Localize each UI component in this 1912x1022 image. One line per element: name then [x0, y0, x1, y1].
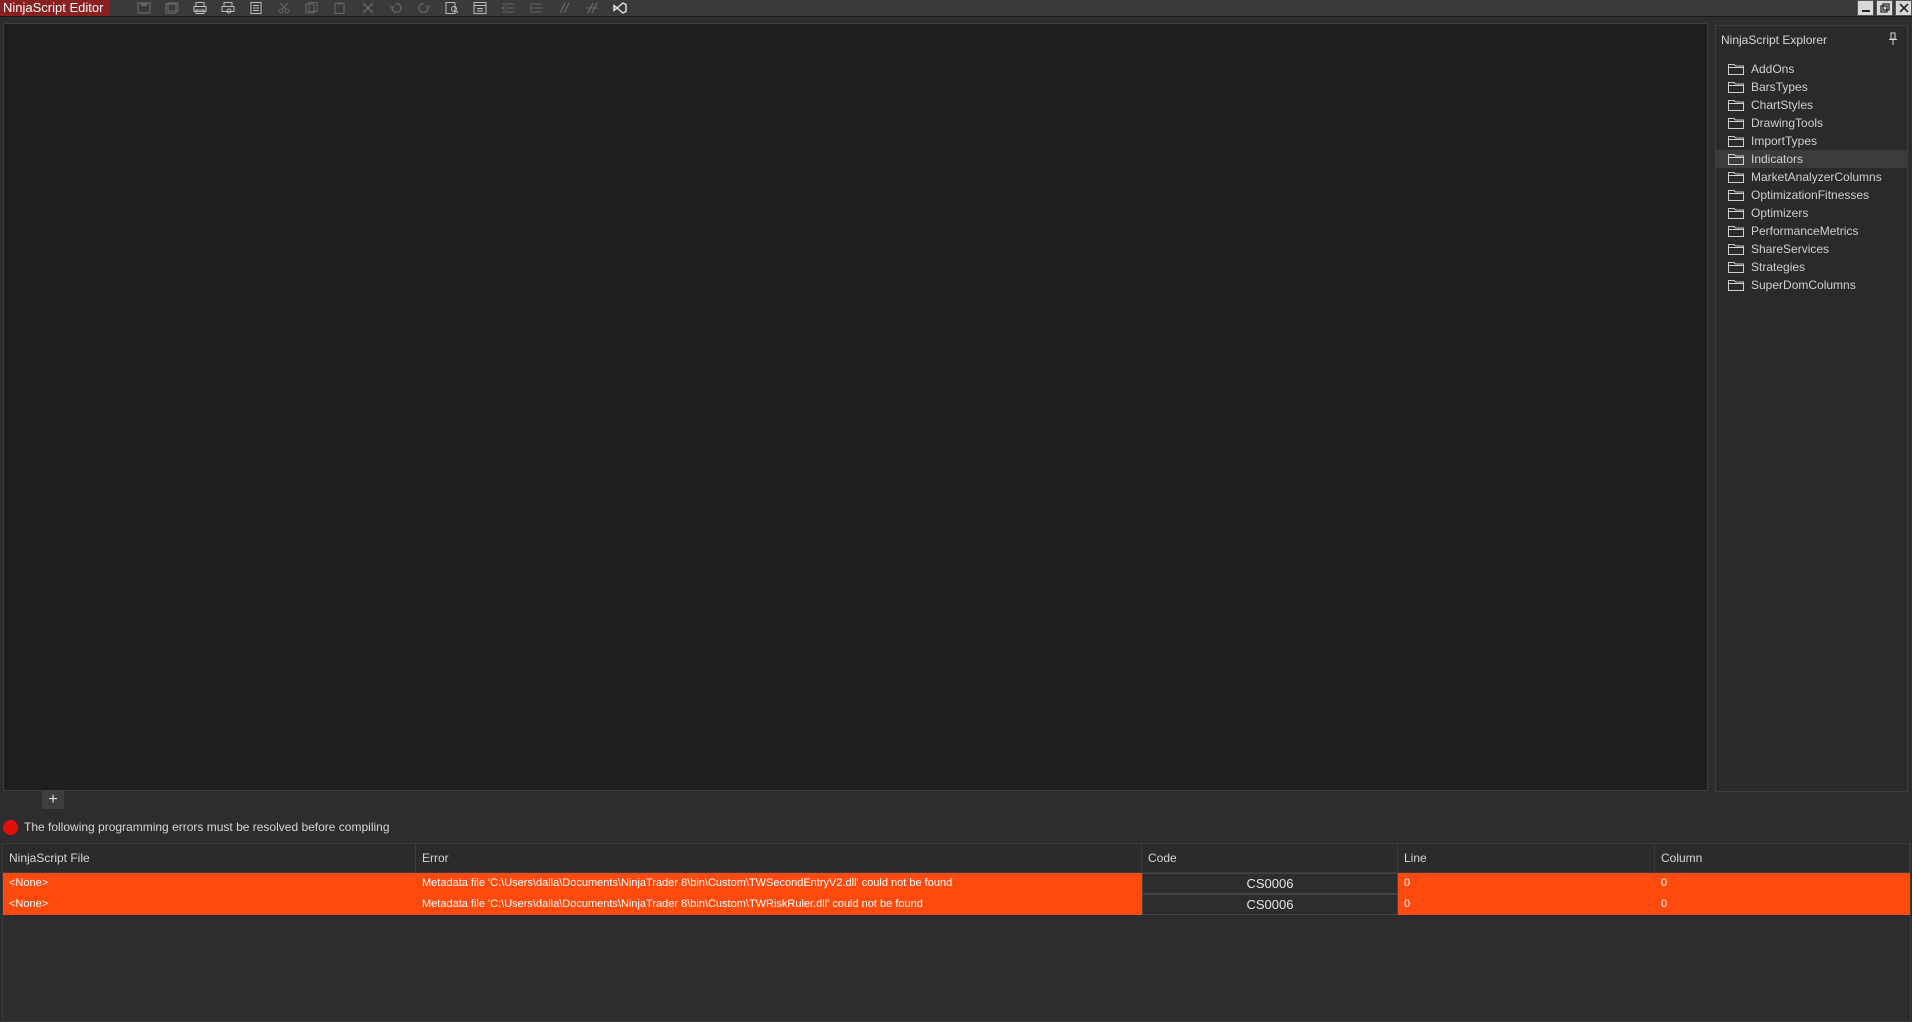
explorer-header: NinjaScript Explorer	[1716, 26, 1907, 52]
cut-icon[interactable]	[276, 1, 292, 15]
explorer-item-optimizationfitnesses[interactable]: OptimizationFitnesses	[1716, 186, 1907, 204]
folder-icon	[1728, 64, 1744, 75]
title-bar: NinjaScript Editor	[0, 0, 1912, 17]
column-header-line[interactable]: Line	[1398, 844, 1655, 872]
error-icon	[3, 819, 18, 835]
document-icon[interactable]	[248, 1, 264, 15]
column-header-column[interactable]: Column	[1655, 844, 1910, 872]
explorer-item-addons[interactable]: AddOns	[1716, 60, 1907, 78]
code-editor-area[interactable]	[3, 23, 1708, 791]
error-file-cell: <None>	[9, 877, 49, 889]
comment-icon[interactable]	[556, 1, 572, 15]
paste-icon[interactable]	[332, 1, 348, 15]
explorer-item-strategies[interactable]: Strategies	[1716, 258, 1907, 276]
error-column-cell: 0	[1661, 877, 1668, 889]
compile-icon[interactable]	[472, 1, 488, 15]
folder-icon	[1728, 262, 1744, 273]
column-header-error[interactable]: Error	[416, 844, 1142, 872]
explorer-item-optimizers[interactable]: Optimizers	[1716, 204, 1907, 222]
add-tab-button[interactable]: +	[42, 791, 64, 809]
explorer-item-performancemetrics[interactable]: PerformanceMetrics	[1716, 222, 1907, 240]
explorer-item-superdomcolumns[interactable]: SuperDomColumns	[1716, 276, 1907, 294]
restore-icon[interactable]	[1876, 0, 1893, 16]
explorer-item-label: Indicators	[1751, 152, 1804, 166]
explorer-item-label: Optimizers	[1751, 206, 1809, 220]
undo-icon[interactable]	[388, 1, 404, 15]
explorer-item-barstypes[interactable]: BarsTypes	[1716, 78, 1907, 96]
explorer-item-marketanalyzercolumns[interactable]: MarketAnalyzerColumns	[1716, 168, 1907, 186]
explorer-item-shareservices[interactable]: ShareServices	[1716, 240, 1907, 258]
error-grid: NinjaScript File Error Code Line Column …	[2, 843, 1911, 1022]
folder-icon	[1728, 118, 1744, 129]
folder-icon	[1728, 208, 1744, 219]
window-controls	[1857, 0, 1912, 16]
close-icon[interactable]	[1895, 0, 1912, 16]
print-preview-icon[interactable]	[220, 1, 236, 15]
uncomment-icon[interactable]	[584, 1, 600, 15]
copy-icon[interactable]	[304, 1, 320, 15]
error-row[interactable]: <None> Metadata file 'C:\Users\dalla\Doc…	[3, 873, 1910, 894]
redo-icon[interactable]	[416, 1, 432, 15]
folder-icon	[1728, 100, 1744, 111]
column-header-file[interactable]: NinjaScript File	[3, 844, 416, 872]
error-column-cell: 0	[1661, 898, 1668, 910]
folder-icon	[1728, 280, 1744, 291]
error-code-cell[interactable]: CS0006	[1142, 873, 1398, 894]
explorer-item-label: BarsTypes	[1751, 80, 1808, 94]
folder-icon	[1728, 226, 1744, 237]
folder-icon	[1728, 82, 1744, 93]
error-line-cell: 0	[1404, 898, 1411, 910]
error-message-cell: Metadata file 'C:\Users\dalla\Documents\…	[422, 877, 953, 889]
explorer-item-label: ImportTypes	[1751, 134, 1818, 148]
explorer-item-label: AddOns	[1751, 62, 1795, 76]
explorer-item-indicators[interactable]: Indicators	[1716, 150, 1907, 168]
explorer-item-label: ShareServices	[1751, 242, 1830, 256]
folder-icon	[1728, 244, 1744, 255]
error-line-cell: 0	[1404, 877, 1411, 889]
folder-icon	[1728, 190, 1744, 201]
explorer-item-drawingtools[interactable]: DrawingTools	[1716, 114, 1907, 132]
folder-icon	[1728, 172, 1744, 183]
explorer-item-label: PerformanceMetrics	[1751, 224, 1859, 238]
visual-studio-icon[interactable]	[612, 1, 628, 15]
indent-icon[interactable]	[528, 1, 544, 15]
outdent-icon[interactable]	[500, 1, 516, 15]
toolbar	[136, 1, 628, 15]
explorer-item-label: MarketAnalyzerColumns	[1751, 170, 1882, 184]
error-row[interactable]: <None> Metadata file 'C:\Users\dalla\Doc…	[3, 894, 1910, 915]
explorer-item-label: SuperDomColumns	[1751, 278, 1856, 292]
delete-icon[interactable]	[360, 1, 376, 15]
folder-icon	[1728, 136, 1744, 147]
explorer-item-label: DrawingTools	[1751, 116, 1824, 130]
save-icon[interactable]	[136, 1, 152, 15]
explorer-item-chartstyles[interactable]: ChartStyles	[1716, 96, 1907, 114]
find-icon[interactable]	[444, 1, 460, 15]
column-header-code[interactable]: Code	[1142, 844, 1398, 872]
error-message-cell: Metadata file 'C:\Users\dalla\Documents\…	[422, 898, 923, 910]
ninjascript-explorer: NinjaScript Explorer AddOns BarsTypes Char…	[1715, 25, 1908, 792]
window-title: NinjaScript Editor	[0, 0, 110, 16]
print-icon[interactable]	[192, 1, 208, 15]
save-all-icon[interactable]	[164, 1, 180, 15]
explorer-item-label: ChartStyles	[1751, 98, 1814, 112]
error-file-cell: <None>	[9, 898, 49, 910]
pin-icon[interactable]	[1887, 32, 1899, 46]
error-status: The following programming errors must be…	[3, 819, 390, 835]
folder-icon	[1728, 154, 1744, 165]
explorer-tree: AddOns BarsTypes ChartStyles DrawingTools Im…	[1716, 60, 1907, 294]
explorer-item-label: OptimizationFitnesses	[1751, 188, 1870, 202]
explorer-item-importtypes[interactable]: ImportTypes	[1716, 132, 1907, 150]
explorer-title: NinjaScript Explorer	[1721, 33, 1828, 47]
error-status-text: The following programming errors must be…	[24, 820, 390, 834]
error-code-cell[interactable]: CS0006	[1142, 894, 1398, 915]
grid-header: NinjaScript File Error Code Line Column	[3, 844, 1910, 873]
minimize-icon[interactable]	[1857, 0, 1874, 16]
explorer-item-label: Strategies	[1751, 260, 1806, 274]
